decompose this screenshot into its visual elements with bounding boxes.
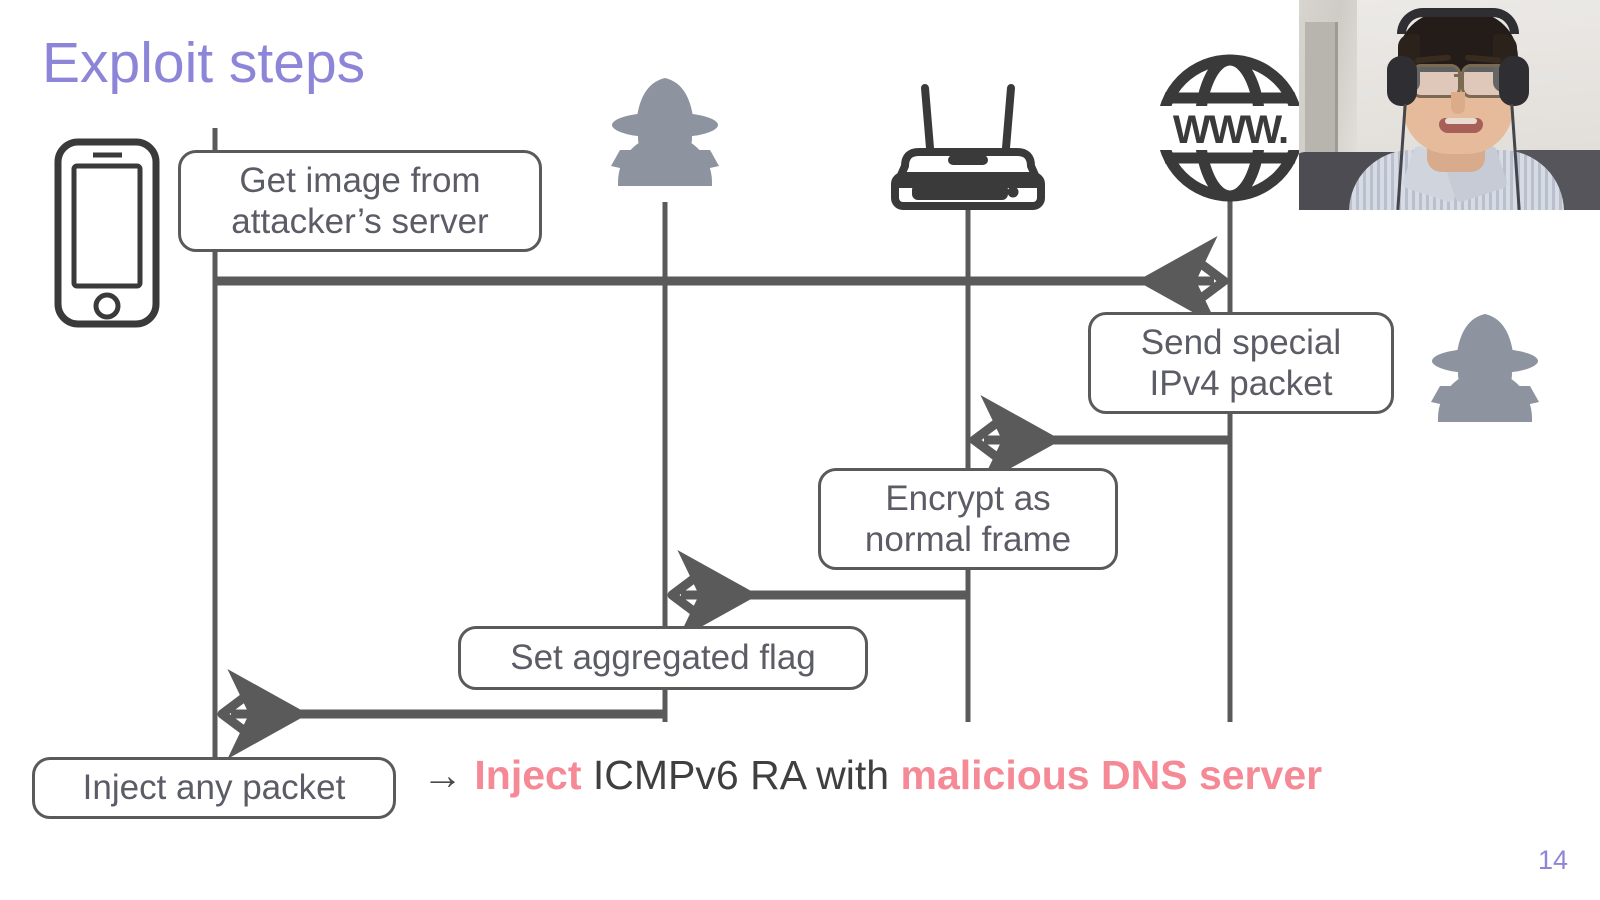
smartphone-icon	[54, 138, 160, 328]
webcam-doorframe	[1305, 22, 1338, 152]
note-set-flag: Set aggregated flag	[458, 626, 868, 690]
www-globe-icon: WWW.	[1156, 54, 1306, 202]
slide-number: 14	[1537, 845, 1568, 875]
webcam-nose	[1451, 92, 1465, 114]
webcam-teeth	[1445, 118, 1477, 124]
headphones-earcup-right-icon	[1499, 56, 1529, 106]
note-send-ipv4: Send special IPv4 packet	[1088, 312, 1394, 414]
headphones-earcup-left-icon	[1387, 56, 1417, 106]
webcam-glasses-bridge	[1454, 74, 1463, 77]
slide-root: Exploit steps WWW. Get image from attack…	[0, 0, 1600, 900]
hacker-icon	[611, 78, 719, 186]
caption-arrow-glyph: →	[422, 752, 463, 798]
svg-text:WWW.: WWW.	[1173, 108, 1287, 152]
caption-line: → Inject ICMPv6 RA with malicious DNS se…	[422, 755, 1322, 796]
presenter-webcam	[1299, 0, 1600, 210]
note-encrypt: Encrypt as normal frame	[818, 468, 1118, 570]
caption-segment-middle: ICMPv6 RA with	[581, 752, 901, 798]
hacker-icon	[1431, 314, 1539, 422]
caption-segment-dns: malicious DNS server	[900, 752, 1323, 798]
note-get-image: Get image from attacker’s server	[178, 150, 542, 252]
router-icon	[891, 84, 1045, 210]
note-inject: Inject any packet	[32, 757, 396, 819]
headphones-band-icon	[1397, 8, 1519, 34]
caption-segment-inject: Inject	[474, 752, 582, 798]
